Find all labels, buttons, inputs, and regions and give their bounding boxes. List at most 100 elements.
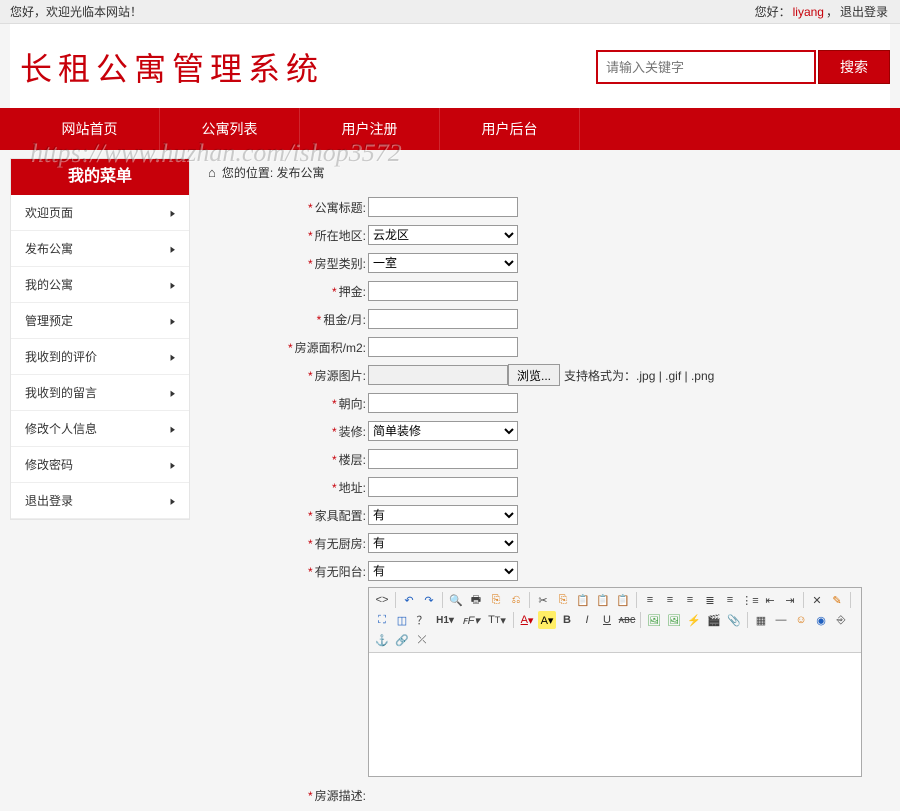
label-balcony: 有无阳台: <box>315 565 366 579</box>
sidebar-item-label: 我收到的评价 <box>25 339 97 375</box>
sidebar-item-reviews[interactable]: 我收到的评价▸ <box>11 339 189 375</box>
rich-editor: <> ↶ ↷ 🔍 🖶 ⎘ ⎌ ✂ ⎘ 📋 📋 📋 ≡ ≡ ≡ ≣ <box>368 587 862 777</box>
cut-icon[interactable]: ✂ <box>534 591 552 609</box>
file-input[interactable] <box>368 365 508 385</box>
sidebar-item-label: 管理预定 <box>25 303 73 339</box>
about-icon[interactable]: ？ <box>413 611 431 629</box>
emoji-icon[interactable]: ☺ <box>792 611 810 629</box>
anchor-icon[interactable]: ⚓ <box>373 631 391 649</box>
content: ⌂ 您的位置: 发布公寓 *公寓标题: *所在地区:云龙区 *房型类别:一室 *… <box>208 158 890 811</box>
sidebar-item-welcome[interactable]: 欢迎页面▸ <box>11 195 189 231</box>
select-all-icon[interactable]: ✕ <box>808 591 826 609</box>
search-wrap: 搜索 <box>596 50 890 84</box>
list-ul-icon[interactable]: ⋮≡ <box>741 591 759 609</box>
sidebar-item-logout[interactable]: 退出登录▸ <box>11 483 189 519</box>
media-icon[interactable]: 🎬 <box>705 611 723 629</box>
address-input[interactable] <box>368 477 518 497</box>
link-icon[interactable]: 🔗 <box>393 631 411 649</box>
sidebar-item-bookings[interactable]: 管理预定▸ <box>11 303 189 339</box>
breadcrumb: ⌂ 您的位置: 发布公寓 <box>208 158 890 195</box>
table-icon[interactable]: ▦ <box>752 611 770 629</box>
label-desc: 房源描述: <box>315 789 366 803</box>
multi-image-icon[interactable]: 🖼 <box>665 611 683 629</box>
paste-text-icon[interactable]: 📋 <box>594 591 612 609</box>
align-right-icon[interactable]: ≡ <box>681 591 699 609</box>
sidebar-item-publish[interactable]: 发布公寓▸ <box>11 231 189 267</box>
sidebar-item-mine[interactable]: 我的公寓▸ <box>11 267 189 303</box>
label-district: 所在地区: <box>315 229 366 243</box>
balcony-select[interactable]: 有 <box>368 561 518 581</box>
rent-input[interactable] <box>368 309 518 329</box>
heading-icon[interactable]: H1▾ <box>433 611 457 629</box>
flash-icon[interactable]: ⚡ <box>685 611 703 629</box>
header: 长租公寓管理系统 搜索 <box>10 24 890 108</box>
nav-apartments[interactable]: 公寓列表 <box>160 108 300 150</box>
fontsize-icon[interactable]: ꜰF▾ <box>459 611 483 629</box>
bold-icon[interactable]: B <box>558 611 576 629</box>
deposit-input[interactable] <box>368 281 518 301</box>
chevron-right-icon: ▸ <box>170 475 175 525</box>
sidebar-item-profile[interactable]: 修改个人信息▸ <box>11 411 189 447</box>
align-center-icon[interactable]: ≡ <box>661 591 679 609</box>
nav-register[interactable]: 用户注册 <box>300 108 440 150</box>
username-link[interactable]: liyang <box>793 5 824 19</box>
paste-icon[interactable]: 📋 <box>574 591 592 609</box>
kitchen-select[interactable]: 有 <box>368 533 518 553</box>
district-select[interactable]: 云龙区 <box>368 225 518 245</box>
outdent-icon[interactable]: ⇤ <box>761 591 779 609</box>
strike-icon[interactable]: ᴀʙᴄ <box>618 611 636 629</box>
fullscreen-icon[interactable]: ⛶ <box>373 611 391 629</box>
hr-icon[interactable]: — <box>772 611 790 629</box>
roomtype-select[interactable]: 一室 <box>368 253 518 273</box>
editor-textarea[interactable] <box>369 653 861 773</box>
italic-icon[interactable]: I <box>578 611 596 629</box>
list-ol-icon[interactable]: ≡ <box>721 591 739 609</box>
redo-icon[interactable]: ↷ <box>420 591 438 609</box>
label-decoration: 装修: <box>339 425 366 439</box>
browse-button[interactable]: 浏览... <box>508 364 560 386</box>
undo-icon[interactable]: ↶ <box>400 591 418 609</box>
furniture-select[interactable]: 有 <box>368 505 518 525</box>
file-icon[interactable]: 📎 <box>725 611 743 629</box>
title-input[interactable] <box>368 197 518 217</box>
search-input[interactable] <box>596 50 816 84</box>
fontcolor-icon[interactable]: A▾ <box>518 611 536 629</box>
logout-link[interactable]: 退出登录 <box>840 5 888 19</box>
underline-icon[interactable]: U <box>598 611 616 629</box>
template-icon[interactable]: ⎘ <box>487 591 505 609</box>
copy-icon[interactable]: ⎘ <box>554 591 572 609</box>
image-icon[interactable]: 🖼 <box>645 611 663 629</box>
breadcrumb-label: 您的位置: <box>222 164 273 181</box>
bgcolor-icon[interactable]: A▾ <box>538 611 556 629</box>
paste-word-icon[interactable]: 📋 <box>614 591 632 609</box>
indent-icon[interactable]: ⇥ <box>781 591 799 609</box>
label-roomtype: 房型类别: <box>315 257 366 271</box>
label-deposit: 押金: <box>339 285 366 299</box>
label-orientation: 朝向: <box>339 397 366 411</box>
decoration-select[interactable]: 简单装修 <box>368 421 518 441</box>
align-justify-icon[interactable]: ≣ <box>701 591 719 609</box>
pagebreak-icon[interactable]: ⎆ <box>832 611 850 629</box>
clear-icon[interactable]: ✎ <box>828 591 846 609</box>
site-logo: 长租公寓管理系统 <box>20 44 324 90</box>
print-icon[interactable]: 🖶 <box>467 591 485 609</box>
source-icon[interactable]: <> <box>373 591 391 609</box>
nav-user-panel[interactable]: 用户后台 <box>440 108 580 150</box>
nav-home[interactable]: 网站首页 <box>20 108 160 150</box>
sidebar-item-messages[interactable]: 我收到的留言▸ <box>11 375 189 411</box>
label-kitchen: 有无厨房: <box>315 537 366 551</box>
font-icon[interactable]: TT▾ <box>485 611 509 629</box>
code-icon[interactable]: ⎌ <box>507 591 525 609</box>
align-left-icon[interactable]: ≡ <box>641 591 659 609</box>
search-button[interactable]: 搜索 <box>818 50 890 84</box>
sidebar-item-label: 退出登录 <box>25 483 73 519</box>
floor-input[interactable] <box>368 449 518 469</box>
sidebar: 我的菜单 欢迎页面▸ 发布公寓▸ 我的公寓▸ 管理预定▸ 我收到的评价▸ 我收到… <box>10 158 190 520</box>
orientation-input[interactable] <box>368 393 518 413</box>
area-input[interactable] <box>368 337 518 357</box>
unlink-icon[interactable]: ⤫ <box>413 631 431 649</box>
new-icon[interactable]: ◫ <box>393 611 411 629</box>
preview-icon[interactable]: 🔍 <box>447 591 465 609</box>
map-icon[interactable]: ◉ <box>812 611 830 629</box>
sidebar-item-password[interactable]: 修改密码▸ <box>11 447 189 483</box>
